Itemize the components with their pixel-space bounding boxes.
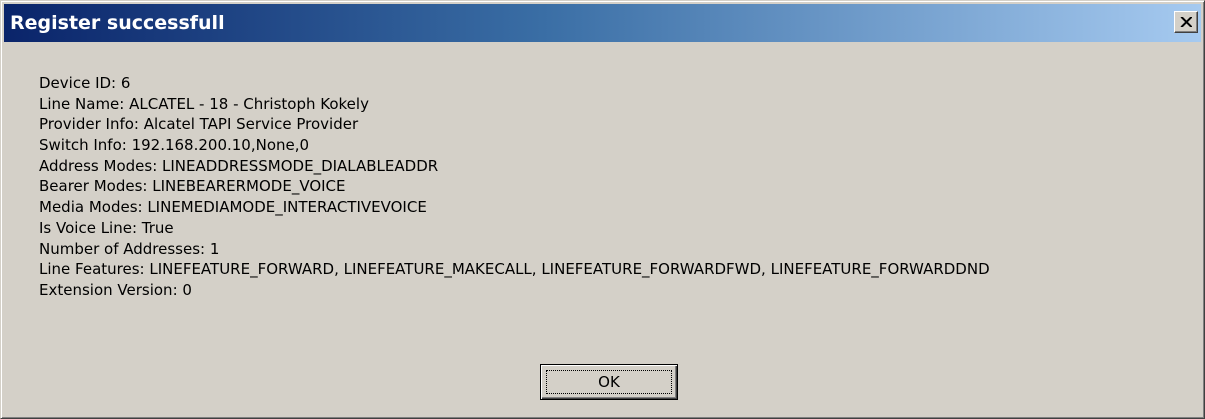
info-line-device-id: Device ID: 6 (39, 74, 131, 92)
title-bar[interactable]: Register successfull (4, 4, 1201, 42)
info-line-number-of-addresses: Number of Addresses: 1 (39, 239, 220, 258)
info-line-media-modes: Media Modes: LINEMEDIAMODE_INTERACTIVEVO… (39, 198, 427, 217)
close-button[interactable] (1174, 11, 1198, 33)
ok-button-label: OK (598, 373, 620, 391)
window-title: Register successfull (10, 12, 225, 34)
ok-button[interactable]: OK (540, 364, 678, 400)
info-line-address-modes: Address Modes: LINEADDRESSMODE_DIALABLEA… (39, 156, 439, 175)
close-icon (1180, 17, 1192, 27)
info-line-is-voice-line: Is Voice Line: True (39, 218, 174, 237)
info-line-extension-version: Extension Version: 0 (39, 280, 192, 299)
info-line-provider-info: Provider Info: Alcatel TAPI Service Prov… (39, 115, 359, 134)
message-dialog: Register successfull Device ID: 6 Line N… (0, 0, 1205, 419)
device-info-list: Device ID: 6 Line Name: ALCATEL - 18 - C… (39, 73, 990, 301)
info-line-line-features: Line Features: LINEFEATURE_FORWARD, LINE… (39, 260, 990, 279)
info-line-switch-info: Switch Info: 192.168.200.10,None,0 (39, 136, 310, 155)
info-line-line-name: Line Name: ALCATEL - 18 - Christoph Koke… (39, 94, 369, 113)
info-line-bearer-modes: Bearer Modes: LINEBEARERMODE_VOICE (39, 177, 346, 196)
